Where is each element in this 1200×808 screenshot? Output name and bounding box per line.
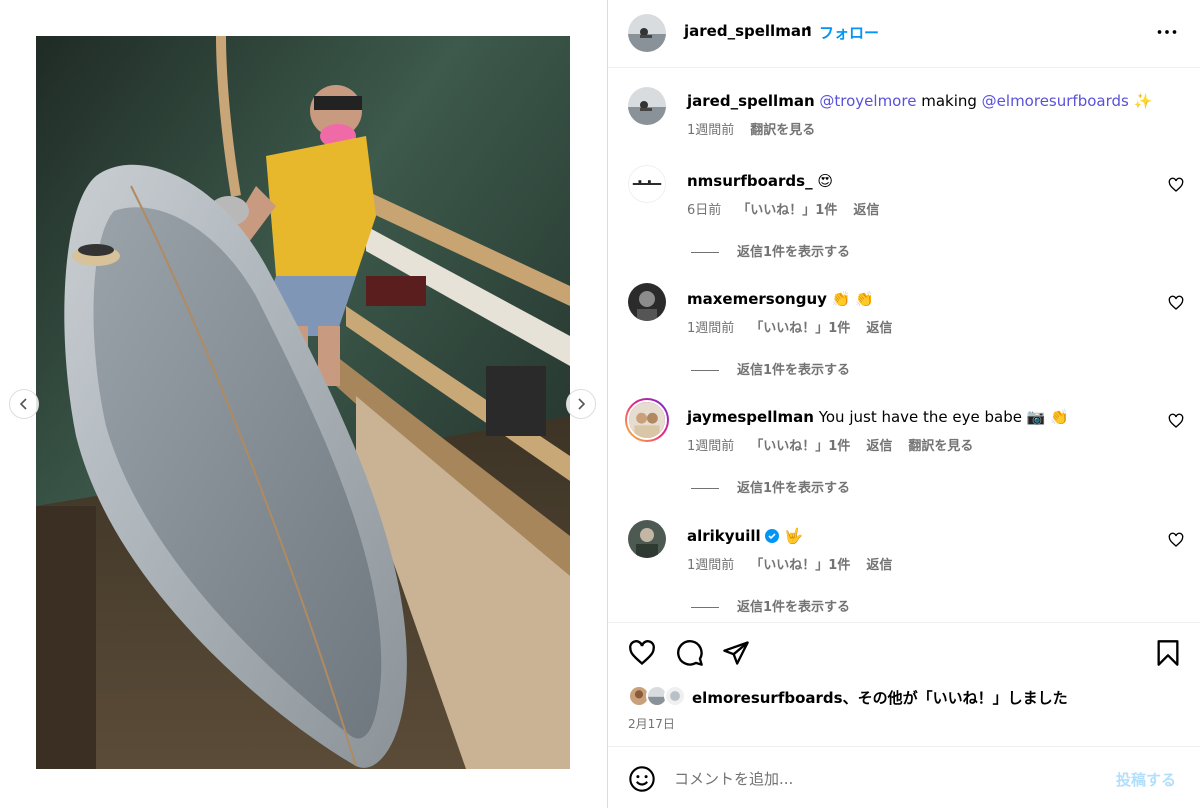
comment-meta: 1週間前 「いいね！」1件 返信 <box>687 554 908 573</box>
chevron-right-icon <box>578 398 586 410</box>
post-actions: elmoresurfboards、その他が「いいね！」しました 2月17日 <box>608 622 1200 744</box>
comment-meta: 1週間前 「いいね！」1件 返信 翻訳を見る <box>687 435 989 454</box>
header-separator: • <box>804 20 813 38</box>
caption-meta: 1週間前 翻訳を見る <box>687 119 831 138</box>
post-header: jared_spellman • フォロー <box>608 0 1200 68</box>
caption: jared_spellman @troyelmore making @elmor… <box>608 87 1200 147</box>
comment-item: nmsurfboards_ 😍 6日前 「いいね！」1件 返信 返信1件を表示する <box>608 165 1200 265</box>
caption-username[interactable]: jared_spellman <box>687 92 815 110</box>
commenter-avatar-story-ring[interactable] <box>625 398 669 442</box>
post-side-panel: jared_spellman • フォロー jared_spellman @tr… <box>608 0 1200 808</box>
comment-text: alrikyuill 🤟 <box>687 526 803 546</box>
comment-time: 1週間前 <box>687 558 735 573</box>
comment-likes-count[interactable]: 「いいね！」1件 <box>737 203 837 218</box>
replies-line <box>691 252 719 253</box>
bookmark-icon <box>1157 640 1179 666</box>
comment-likes-count[interactable]: 「いいね！」1件 <box>750 439 850 454</box>
view-replies-button[interactable]: 返信1件を表示する <box>691 477 850 496</box>
replies-line <box>691 607 719 608</box>
caption-body: making <box>916 92 982 110</box>
comment-icon <box>677 640 703 666</box>
chevron-left-icon <box>19 398 27 410</box>
more-icon <box>1157 30 1177 34</box>
more-options-button[interactable] <box>1152 22 1182 42</box>
carousel-next-button[interactable] <box>566 389 596 419</box>
camera-and-clap-emoji: 📷 👏 <box>1026 408 1069 426</box>
comment-body: You just have the eye babe <box>813 408 1027 426</box>
view-replies-button[interactable]: 返信1件を表示する <box>691 359 850 378</box>
comment-item: jaymespellman You just have the eye babe… <box>608 398 1200 501</box>
view-replies-label: 返信1件を表示する <box>737 363 851 378</box>
comments-list[interactable]: jared_spellman @troyelmore making @elmor… <box>608 69 1200 622</box>
view-replies-label: 返信1件を表示する <box>737 481 851 496</box>
emoji-icon[interactable] <box>628 765 656 793</box>
post-date[interactable]: 2月17日 <box>628 715 675 732</box>
comment-like-heart-icon[interactable] <box>1168 295 1184 311</box>
mention-elmoresurfboards[interactable]: @elmoresurfboards <box>982 92 1129 110</box>
sparkles-icon: ✨ <box>1133 92 1153 110</box>
comment-like-heart-icon[interactable] <box>1168 532 1184 548</box>
comment-item: alrikyuill 🤟 1週間前 「いいね！」1件 返信 返信1件を表示する <box>608 520 1200 620</box>
comment-username[interactable]: maxemersonguy <box>687 290 827 308</box>
comment-text: maxemersonguy 👏 👏 <box>687 289 874 309</box>
rock-on-hand-emoji: 🤟 <box>784 527 803 545</box>
comment-username[interactable]: alrikyuill <box>687 527 761 545</box>
comment-time: 6日前 <box>687 203 722 218</box>
reply-link[interactable]: 返信 <box>866 321 892 336</box>
reply-link[interactable]: 返信 <box>853 203 879 218</box>
comment-meta: 1週間前 「いいね！」1件 返信 <box>687 317 908 336</box>
replies-line <box>691 370 719 371</box>
comment-like-heart-icon[interactable] <box>1168 413 1184 429</box>
carousel-prev-button[interactable] <box>9 389 39 419</box>
caption-time: 1週間前 <box>687 123 735 138</box>
reply-link[interactable]: 返信 <box>866 558 892 573</box>
mention-troyelmore[interactable]: @troyelmore <box>819 92 916 110</box>
heart-eyes-emoji: 😍 <box>817 172 833 190</box>
view-replies-button[interactable]: 返信1件を表示する <box>691 596 850 615</box>
view-replies-button[interactable]: 返信1件を表示する <box>691 241 850 260</box>
verified-badge-icon <box>765 529 780 543</box>
caption-avatar[interactable] <box>628 87 666 125</box>
comment-likes-count[interactable]: 「いいね！」1件 <box>750 321 850 336</box>
author-username[interactable]: jared_spellman <box>684 22 812 40</box>
author-avatar[interactable] <box>628 14 666 52</box>
commenter-avatar[interactable] <box>628 520 666 558</box>
like-button[interactable] <box>628 639 656 667</box>
clapping-hands-emoji: 👏 👏 <box>831 290 874 308</box>
replies-line <box>691 488 719 489</box>
commenter-avatar[interactable] <box>628 283 666 321</box>
comment-text: nmsurfboards_ 😍 <box>687 171 833 191</box>
comment-input[interactable] <box>674 765 1094 793</box>
share-icon <box>723 641 749 665</box>
surfboard-photo-image <box>36 36 570 769</box>
comment-item: maxemersonguy 👏 👏 1週間前 「いいね！」1件 返信 返信1件を表示… <box>608 283 1200 383</box>
post-photo[interactable] <box>36 36 570 769</box>
add-comment-bar: 投稿する <box>608 746 1200 808</box>
commenter-avatar[interactable] <box>628 165 666 203</box>
liker-avatar <box>664 685 686 707</box>
caption-text: jared_spellman @troyelmore making @elmor… <box>687 91 1152 111</box>
save-button[interactable] <box>1154 639 1182 667</box>
share-button[interactable] <box>722 639 750 667</box>
translate-link[interactable]: 翻訳を見る <box>908 439 973 454</box>
reply-link[interactable]: 返信 <box>866 439 892 454</box>
post-comment-button[interactable]: 投稿する <box>1116 769 1176 790</box>
comment-meta: 6日前 「いいね！」1件 返信 <box>687 199 895 218</box>
comment-text: jaymespellman You just have the eye babe… <box>687 407 1069 427</box>
media-pane <box>0 0 607 808</box>
view-replies-label: 返信1件を表示する <box>737 600 851 615</box>
comment-button[interactable] <box>676 639 704 667</box>
heart-icon <box>629 640 655 666</box>
comment-username[interactable]: jaymespellman <box>687 408 814 426</box>
comment-username[interactable]: nmsurfboards_ <box>687 172 813 190</box>
view-replies-label: 返信1件を表示する <box>737 245 851 260</box>
follow-button[interactable]: フォロー <box>819 22 879 43</box>
comment-time: 1週間前 <box>687 439 735 454</box>
comment-like-heart-icon[interactable] <box>1168 177 1184 193</box>
comment-likes-count[interactable]: 「いいね！」1件 <box>750 558 850 573</box>
comment-time: 1週間前 <box>687 321 735 336</box>
caption-translate-link[interactable]: 翻訳を見る <box>750 123 815 138</box>
likes-summary-text[interactable]: elmoresurfboards、その他が「いいね！」しました <box>692 687 1068 708</box>
